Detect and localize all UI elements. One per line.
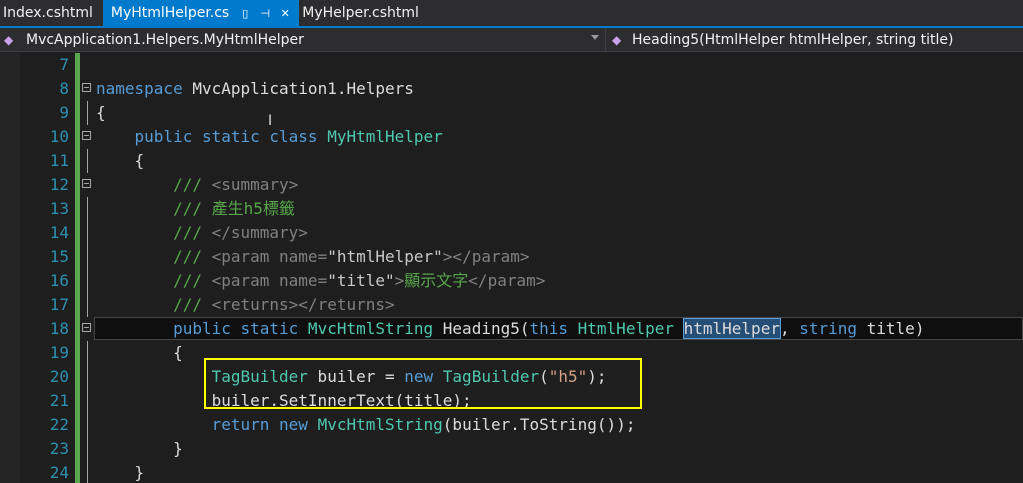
method-icon: ◆ (612, 32, 622, 47)
code-line: 23 } (0, 437, 1023, 461)
outline-line (87, 221, 88, 245)
code-line-current: 18 public static MvcHtmlString Heading5(… (0, 317, 1023, 341)
chevron-down-icon (591, 35, 599, 40)
change-bar (75, 197, 80, 221)
document-icon[interactable]: ▯ (239, 0, 251, 27)
line-number: 12 (49, 175, 69, 194)
change-bar (75, 389, 80, 413)
code-line: 7 (0, 53, 1023, 77)
line-number: 19 (49, 343, 69, 362)
outline-line (87, 413, 88, 437)
collapse-icon[interactable] (82, 323, 91, 332)
collapse-icon[interactable] (82, 131, 91, 140)
line-number: 13 (49, 199, 69, 218)
code-line: 9 { (0, 101, 1023, 125)
outline-line (87, 461, 88, 483)
annotation-highlight-box (204, 358, 642, 409)
change-bar (75, 173, 80, 197)
change-bar (75, 293, 80, 317)
text-cursor-icon: I (268, 113, 273, 129)
change-bar (75, 149, 80, 173)
change-bar (75, 317, 80, 341)
change-bar (75, 101, 80, 125)
line-number: 15 (49, 247, 69, 266)
change-bar (75, 221, 80, 245)
collapse-icon[interactable] (82, 179, 91, 188)
line-number: 18 (49, 319, 69, 338)
outline-line (87, 149, 88, 173)
change-bar (75, 245, 80, 269)
change-bar (75, 365, 80, 389)
code-line: 22 return new MvcHtmlString(builer.ToStr… (0, 413, 1023, 437)
line-number: 14 (49, 223, 69, 242)
outline-line (87, 341, 88, 365)
line-number: 23 (49, 439, 69, 458)
change-bar (75, 125, 80, 149)
pin-icon[interactable]: ⊣ (259, 0, 271, 27)
change-bar (75, 413, 80, 437)
code-line: 14 /// </summary> (0, 221, 1023, 245)
code-editor[interactable]: 7 8 namespace MvcApplication1.Helpers 9 … (0, 53, 1023, 483)
outline-line (87, 197, 88, 221)
code-line: 17 /// <returns></returns> (0, 293, 1023, 317)
line-number: 9 (59, 103, 69, 122)
line-number: 16 (49, 271, 69, 290)
line-number: 11 (49, 151, 69, 170)
change-bar (75, 77, 80, 101)
document-tab-bar: Index.cshtml MyHtmlHelper.cs ▯ ⊣ ✕ MyHel… (0, 0, 1023, 26)
change-bar (75, 341, 80, 365)
tab-myhtmlhelper-cs[interactable]: MyHtmlHelper.cs ▯ ⊣ ✕ (102, 0, 300, 27)
change-bar (75, 269, 80, 293)
outline-line (87, 269, 88, 293)
outline-line (87, 389, 88, 413)
outline-line (87, 365, 88, 389)
tab-myhelper-cshtml[interactable]: MyHelper.cshtml (299, 0, 429, 26)
line-number: 8 (59, 79, 69, 98)
change-bar (75, 53, 80, 77)
change-bar (75, 437, 80, 461)
code-line: 11 { (0, 149, 1023, 173)
line-number: 10 (49, 127, 69, 146)
line-number: 21 (49, 391, 69, 410)
outline-line (87, 101, 88, 125)
change-bar (75, 461, 80, 483)
code-line: 24 } (0, 461, 1023, 483)
code-line: 13 /// 產生h5標籤 (0, 197, 1023, 221)
tab-index-cshtml[interactable]: Index.cshtml (0, 0, 103, 26)
outline-line (87, 437, 88, 461)
navigation-bar: ◆ MvcApplication1.Helpers.MyHtmlHelper ◆… (0, 28, 1023, 52)
line-number: 20 (49, 367, 69, 386)
code-line: 12 /// <summary> (0, 173, 1023, 197)
line-number: 22 (49, 415, 69, 434)
class-icon: ◆ (4, 32, 14, 47)
line-number: 7 (59, 55, 69, 74)
outline-line (87, 245, 88, 269)
code-line: 10 public static class MyHtmlHelper (0, 125, 1023, 149)
line-number: 24 (49, 463, 69, 482)
close-icon[interactable]: ✕ (279, 0, 291, 27)
line-number: 17 (49, 295, 69, 314)
code-line: 15 /// <param name="htmlHelper"></param> (0, 245, 1023, 269)
outline-line (87, 293, 88, 317)
collapse-icon[interactable] (82, 83, 91, 92)
highlighted-reference: htmlHelper (682, 318, 781, 339)
code-line: 8 namespace MvcApplication1.Helpers (0, 77, 1023, 101)
code-line: 16 /// <param name="title">顯示文字</param> (0, 269, 1023, 293)
type-scope-dropdown[interactable]: ◆ MvcApplication1.Helpers.MyHtmlHelper (0, 28, 606, 51)
member-dropdown[interactable]: ◆ Heading5(HtmlHelper htmlHelper, string… (608, 28, 1023, 51)
